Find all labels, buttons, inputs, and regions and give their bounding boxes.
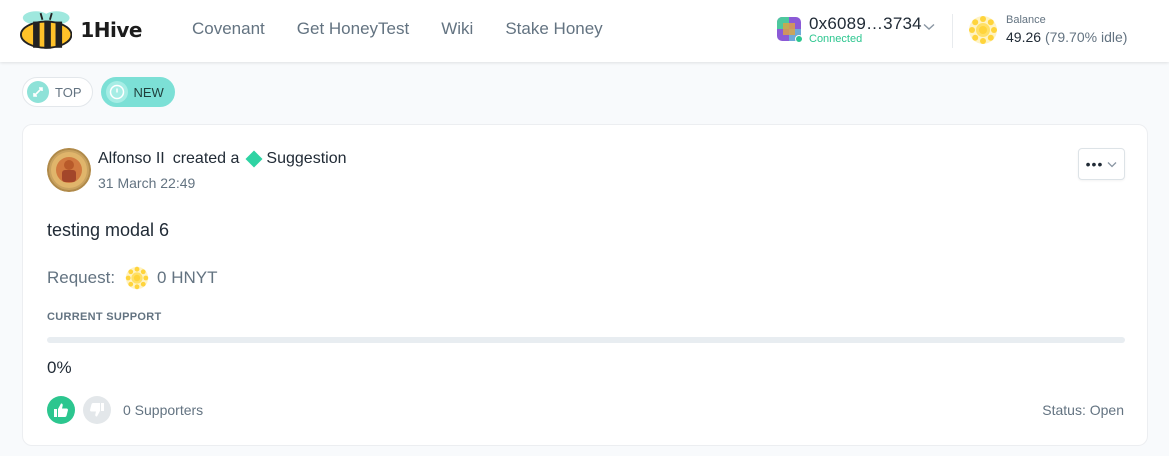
nav-stake-honey[interactable]: Stake Honey (505, 19, 602, 39)
filter-new-label: NEW (133, 84, 164, 100)
balance-idle: (79.70% idle) (1044, 29, 1128, 45)
balance-value: 49.26 (79.70% idle) (1006, 29, 1128, 45)
nav-get-honeytest[interactable]: Get HoneyTest (297, 19, 409, 39)
oppose-button[interactable] (83, 396, 111, 424)
support-progress-bar (47, 337, 1125, 343)
nav-wiki[interactable]: Wiki (441, 19, 473, 39)
chevron-down-icon (1107, 161, 1117, 167)
support-label: CURRENT SUPPORT (47, 311, 162, 323)
support-button[interactable] (47, 396, 75, 424)
more-icon: ••• (1085, 156, 1104, 172)
clock-icon (105, 81, 128, 103)
chevron-down-icon (923, 23, 935, 30)
action-text: created a (172, 150, 240, 167)
top-bar: 1Hive Covenant Get HoneyTest Wiki Stake … (0, 0, 1169, 62)
filter-new[interactable]: NEW (100, 77, 175, 107)
balance-label: Balance (1006, 14, 1046, 26)
proposal-filters: TOP NEW (22, 77, 175, 107)
suggestion-diamond-icon (245, 150, 263, 168)
filter-top[interactable]: TOP (22, 77, 93, 107)
connected-dot (795, 35, 803, 43)
rocket-icon (27, 81, 49, 103)
proposal-type: Suggestion (266, 150, 347, 167)
header-divider (952, 14, 953, 48)
balance-widget: Balance 49.26 (79.70% idle) (968, 13, 1158, 49)
filter-top-label: TOP (55, 84, 82, 100)
author-name[interactable]: Alfonso II (98, 150, 165, 168)
support-percent: 0% (47, 358, 72, 377)
thumbs-up-icon (54, 403, 68, 417)
main-nav: Covenant Get HoneyTest Wiki Stake Honey (192, 19, 603, 39)
proposal-date: 31 March 22:49 (98, 175, 196, 191)
honey-token-icon (125, 266, 149, 290)
proposal-status: Status: Open (1042, 402, 1124, 418)
request-label: Request: (47, 268, 116, 287)
more-options-button[interactable]: ••• (1078, 148, 1125, 180)
supporters-count: 0 Supporters (123, 402, 204, 418)
nav-covenant[interactable]: Covenant (192, 19, 265, 39)
author-avatar[interactable] (47, 148, 91, 192)
logo[interactable]: 1Hive (20, 8, 142, 52)
proposal-card: Alfonso II created a Suggestion 31 March… (22, 124, 1148, 446)
connection-status: Connected (809, 33, 863, 45)
account-address: 0x6089…3734 (809, 14, 922, 33)
thumbs-down-icon (90, 403, 104, 417)
bee-logo-icon (20, 11, 73, 49)
author-line: Alfonso II created a Suggestion (98, 150, 346, 168)
honey-token-icon (969, 16, 997, 44)
proposal-title[interactable]: testing modal 6 (47, 220, 169, 241)
request-row: Request: 0 HNYT (47, 266, 218, 290)
account-button[interactable]: 0x6089…3734 Connected (777, 14, 937, 47)
brand-name: 1Hive (80, 18, 142, 42)
request-value: 0 HNYT (157, 268, 218, 287)
